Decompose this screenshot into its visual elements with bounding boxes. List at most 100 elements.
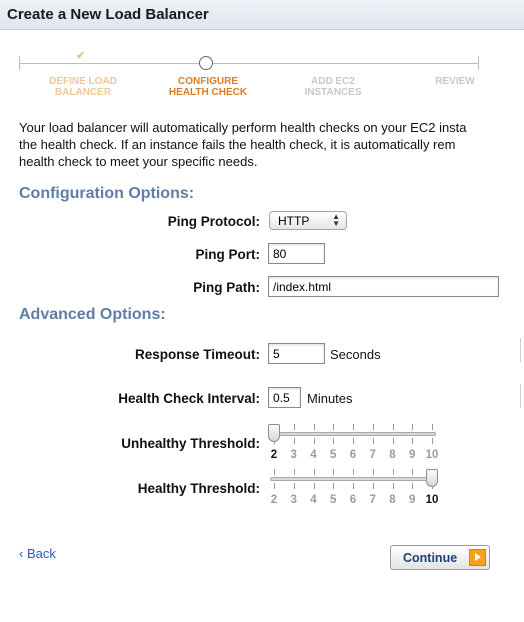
panel-edge-divider: [520, 384, 521, 408]
step-add-ec2-instances: ADD EC2 INSTANCES: [283, 76, 383, 98]
step-label-line1: ADD EC2: [311, 76, 355, 87]
response-timeout-unit: Seconds: [330, 347, 381, 362]
slider-tick: [274, 483, 275, 489]
slider-tick-label: 8: [389, 449, 396, 461]
dialog-title: Create a New Load Balancer: [7, 6, 209, 23]
slider-tick: [313, 438, 315, 444]
slider-tick-label: 10: [425, 449, 439, 461]
wizard-end-cap: [478, 56, 479, 70]
slider-tick: [372, 483, 374, 489]
slider-tick: [412, 424, 414, 430]
slider-tick: [392, 469, 394, 475]
slider-tick: [313, 469, 315, 475]
slider-tick: [333, 424, 335, 430]
slider-tick: [372, 438, 374, 444]
slider-tick: [313, 483, 315, 489]
ping-path-label: Ping Path:: [193, 280, 260, 295]
step-label-line1: CONFIGURE: [178, 76, 238, 87]
select-updown-icon: ▲ ▼: [332, 212, 340, 228]
slider-tick-label: 3: [290, 494, 297, 506]
slider-tick: [432, 438, 433, 444]
arrow-right-icon: [469, 549, 486, 566]
step-review: REVIEW: [420, 76, 490, 87]
slider-tick: [353, 483, 354, 489]
slider-tick: [392, 483, 394, 489]
panel-edge-divider: [520, 338, 521, 362]
slider-tick-label: 5: [330, 449, 337, 461]
slider-tick-label: 8: [389, 494, 396, 506]
slider-tick-label: 4: [310, 494, 317, 506]
continue-label: Continue: [403, 551, 458, 565]
slider-tick: [372, 424, 374, 430]
unhealthy-threshold-slider[interactable]: 2 3 4 5 6 7 8 9 10: [268, 422, 439, 462]
slider-tick-label: 9: [409, 449, 416, 461]
slider-tick-label: 6: [349, 494, 357, 506]
wizard-track: [19, 63, 479, 64]
slider-track: [270, 477, 436, 481]
health-check-interval-input[interactable]: [268, 387, 301, 408]
slider-tick: [293, 469, 295, 475]
slider-tick-label: 3: [290, 449, 297, 461]
health-check-interval-label: Health Check Interval:: [118, 391, 260, 406]
dialog-title-bar: Create a New Load Balancer: [0, 0, 524, 30]
slider-tick-label: 6: [349, 449, 357, 461]
step-label-line2: INSTANCES: [304, 87, 362, 98]
slider-tick: [353, 469, 354, 475]
step-label-line2: BALANCER: [54, 87, 112, 98]
slider-tick: [412, 438, 414, 444]
step-label-line1: REVIEW: [435, 76, 475, 87]
ping-path-input[interactable]: [268, 276, 499, 297]
step-label-line1: DEFINE LOAD: [49, 76, 117, 87]
configuration-options-heading: Configuration Options:: [19, 185, 195, 202]
slider-tick-label: 2: [270, 449, 278, 461]
advanced-options-heading: Advanced Options:: [19, 306, 166, 323]
step-label-line2: HEALTH CHECK: [168, 87, 248, 98]
ping-protocol-value: HTTP: [278, 214, 310, 228]
response-timeout-input[interactable]: [268, 343, 325, 364]
intro-line: health check to meet your specific needs…: [19, 154, 258, 169]
slider-tick-label: 9: [409, 494, 416, 506]
response-timeout-label: Response Timeout:: [134, 347, 260, 362]
slider-tick: [333, 483, 335, 489]
intro-line: the health check. If an instance fails t…: [19, 137, 456, 152]
slider-tick: [392, 438, 394, 444]
continue-button[interactable]: Continue: [390, 545, 490, 570]
unhealthy-threshold-label: Unhealthy Threshold:: [121, 436, 260, 451]
slider-thumb[interactable]: [426, 469, 438, 487]
slider-tick: [293, 424, 295, 430]
ping-port-label: Ping Port:: [195, 247, 261, 262]
intro-text: Your load balancer will automatically pe…: [19, 119, 524, 170]
health-check-interval-unit: Minutes: [307, 391, 353, 406]
slider-tick: [412, 483, 414, 489]
ping-protocol-select[interactable]: HTTP ▲ ▼: [269, 211, 347, 230]
step-define-load-balancer: DEFINE LOAD BALANCER: [40, 76, 126, 98]
slider-thumb[interactable]: [268, 424, 280, 442]
slider-tick: [412, 469, 414, 475]
slider-track: [270, 432, 436, 436]
ping-port-input[interactable]: [268, 243, 325, 264]
slider-tick: [274, 469, 275, 475]
ping-protocol-label: Ping Protocol:: [167, 214, 260, 229]
slider-tick: [432, 424, 433, 430]
intro-line: Your load balancer will automatically pe…: [19, 120, 467, 135]
step-done-check-icon: ✔: [76, 50, 86, 62]
slider-tick-label: 10: [425, 494, 439, 506]
slider-tick: [333, 469, 335, 475]
slider-tick: [353, 424, 354, 430]
slider-tick-label: 7: [369, 494, 376, 506]
back-link[interactable]: ‹ Back: [19, 546, 56, 561]
healthy-threshold-slider[interactable]: 2 3 4 5 6 7 8 9 10: [270, 467, 439, 507]
slider-tick-label: 2: [270, 494, 278, 506]
slider-tick: [392, 424, 394, 430]
step-configure-health-check: CONFIGURE HEALTH CHECK: [158, 76, 258, 98]
slider-tick: [293, 438, 295, 444]
slider-tick: [353, 438, 354, 444]
healthy-threshold-label: Healthy Threshold:: [137, 481, 260, 496]
slider-tick: [333, 438, 335, 444]
current-step-indicator: [199, 56, 213, 70]
slider-tick: [313, 424, 315, 430]
slider-tick: [293, 483, 295, 489]
slider-tick-label: 7: [369, 449, 376, 461]
slider-tick-label: 5: [330, 494, 337, 506]
wizard-progress: ✔ DEFINE LOAD BALANCER CONFIGURE HEALTH …: [0, 45, 524, 105]
